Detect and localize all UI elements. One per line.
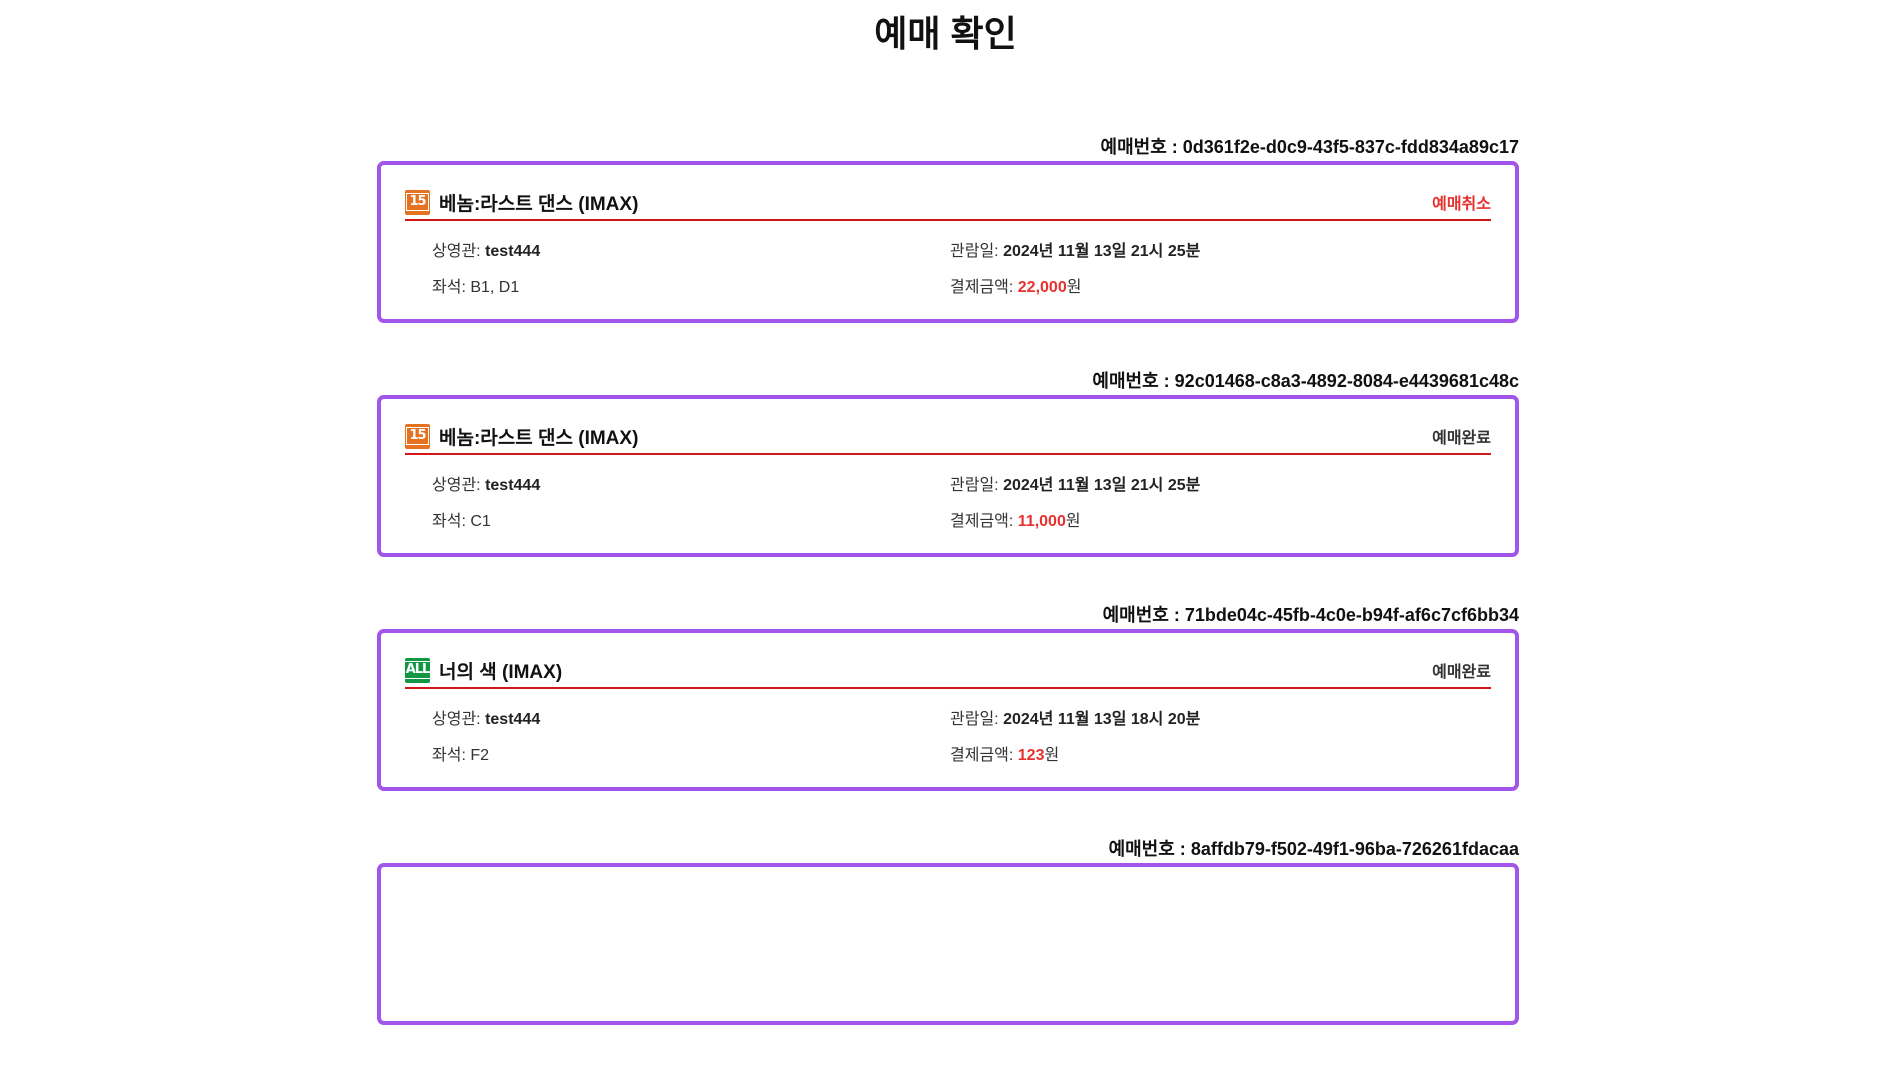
theater-label: 상영관: <box>432 243 486 260</box>
booking-number-label: 예매번호 : <box>1108 839 1191 859</box>
currency-suffix: 원 <box>1065 513 1081 530</box>
theater-value: test444 <box>485 243 541 260</box>
booking-number: 예매번호 : 0d361f2e-d0c9-43f5-837c-fdd834a89… <box>377 133 1519 161</box>
booking-number-label: 예매번호 : <box>1092 371 1175 391</box>
payment-info: 결제금액: 123원 <box>950 741 1491 765</box>
date-info: 관람일: 2024년 11월 13일 18시 20분 <box>950 705 1491 729</box>
rating-label: ALL <box>402 661 433 679</box>
booking-card: ALL 너의 색 (IMAX) 예매완료 상영관: test444 관람일: 2… <box>377 629 1519 791</box>
payment-amount: 123 <box>1017 747 1045 764</box>
theater-label: 상영관: <box>432 711 486 728</box>
theater-info: 상영관: test444 <box>432 471 950 495</box>
booking-item: 예매번호 : 92c01468-c8a3-4892-8084-e4439681c… <box>377 367 1519 557</box>
movie-title-group: ALL 너의 색 (IMAX) <box>402 657 563 684</box>
booking-number: 예매번호 : 8affdb79-f502-49f1-96ba-726261fda… <box>377 835 1519 863</box>
age-15-rating-icon: 15 <box>405 423 430 449</box>
booking-list: 예매번호 : 0d361f2e-d0c9-43f5-837c-fdd834a89… <box>377 133 1519 1069</box>
date-label: 관람일: <box>950 711 1004 728</box>
currency-suffix: 원 <box>1066 279 1082 296</box>
booking-item: 예매번호 : 0d361f2e-d0c9-43f5-837c-fdd834a89… <box>377 133 1519 323</box>
seat-label: 좌석: <box>432 513 471 530</box>
booking-details: 상영관: test444 관람일: 2024년 11월 13일 18시 20분 … <box>405 689 1491 765</box>
movie-title-group: 15 베놈:라스트 댄스 (IMAX) <box>405 189 638 216</box>
date-value: 2024년 11월 13일 21시 25분 <box>1003 477 1201 494</box>
payment-amount: 22,000 <box>1017 279 1067 296</box>
booking-card <box>377 863 1519 1025</box>
booking-number-value: 92c01468-c8a3-4892-8084-e4439681c48c <box>1174 371 1519 391</box>
booking-number-label: 예매번호 : <box>1100 137 1183 157</box>
payment-label: 결제금액: <box>950 513 1018 530</box>
booking-card: 15 베놈:라스트 댄스 (IMAX) 예매완료 상영관: test444 관람… <box>377 395 1519 557</box>
booking-details: 상영관: test444 관람일: 2024년 11월 13일 21시 25분 … <box>405 221 1491 297</box>
currency-suffix: 원 <box>1044 747 1060 764</box>
booking-card-header: 15 베놈:라스트 댄스 (IMAX) 예매완료 <box>405 423 1491 455</box>
booking-card-header: 15 베놈:라스트 댄스 (IMAX) 예매취소 <box>405 189 1491 221</box>
seat-label: 좌석: <box>432 747 471 764</box>
all-ages-rating-icon: ALL <box>402 657 433 683</box>
movie-title: 너의 색 (IMAX) <box>439 661 563 683</box>
theater-label: 상영관: <box>432 477 486 494</box>
booking-number-value: 8affdb79-f502-49f1-96ba-726261fdacaa <box>1190 839 1519 859</box>
theater-info: 상영관: test444 <box>432 705 950 729</box>
seat-info: 좌석: C1 <box>432 507 950 531</box>
payment-info: 결제금액: 22,000원 <box>950 273 1491 297</box>
date-value: 2024년 11월 13일 21시 25분 <box>1003 243 1201 260</box>
theater-value: test444 <box>485 477 541 494</box>
rating-label: 15 <box>406 427 429 445</box>
payment-label: 결제금액: <box>950 747 1018 764</box>
date-label: 관람일: <box>950 477 1004 494</box>
booking-details: 상영관: test444 관람일: 2024년 11월 13일 21시 25분 … <box>405 455 1491 531</box>
date-info: 관람일: 2024년 11월 13일 21시 25분 <box>950 471 1491 495</box>
seat-value: C1 <box>470 513 491 530</box>
booking-number: 예매번호 : 71bde04c-45fb-4c0e-b94f-af6c7cf6b… <box>377 601 1519 629</box>
movie-title-group: 15 베놈:라스트 댄스 (IMAX) <box>405 423 638 450</box>
seat-info: 좌석: B1, D1 <box>432 273 950 297</box>
page-title: 예매 확인 <box>874 13 1017 54</box>
booking-number-value: 71bde04c-45fb-4c0e-b94f-af6c7cf6bb34 <box>1184 605 1519 625</box>
cancel-booking-button[interactable]: 예매취소 <box>1432 190 1491 214</box>
seat-value: B1, D1 <box>470 279 520 296</box>
booking-number: 예매번호 : 92c01468-c8a3-4892-8084-e4439681c… <box>377 367 1519 395</box>
booking-card-header: ALL 너의 색 (IMAX) 예매완료 <box>402 657 1491 689</box>
rating-label: 15 <box>406 193 429 211</box>
booking-item: 예매번호 : 71bde04c-45fb-4c0e-b94f-af6c7cf6b… <box>377 601 1519 791</box>
theater-info: 상영관: test444 <box>432 237 950 261</box>
date-label: 관람일: <box>950 243 1004 260</box>
date-value: 2024년 11월 13일 18시 20분 <box>1003 711 1201 728</box>
payment-amount: 11,000 <box>1017 513 1066 530</box>
seat-info: 좌석: F2 <box>432 741 950 765</box>
theater-value: test444 <box>485 711 541 728</box>
date-info: 관람일: 2024년 11월 13일 21시 25분 <box>950 237 1491 261</box>
movie-title: 베놈:라스트 댄스 (IMAX) <box>439 193 639 215</box>
seat-label: 좌석: <box>432 279 471 296</box>
booking-status: 예매완료 <box>1432 664 1491 681</box>
payment-label: 결제금액: <box>950 279 1018 296</box>
seat-value: F2 <box>470 747 490 764</box>
booking-status: 예매완료 <box>1432 430 1491 447</box>
movie-title: 베놈:라스트 댄스 (IMAX) <box>439 427 639 449</box>
payment-info: 결제금액: 11,000원 <box>950 507 1491 531</box>
booking-number-label: 예매번호 : <box>1102 605 1185 625</box>
booking-item: 예매번호 : 8affdb79-f502-49f1-96ba-726261fda… <box>377 835 1519 1025</box>
age-15-rating-icon: 15 <box>405 189 430 215</box>
booking-card: 15 베놈:라스트 댄스 (IMAX) 예매취소 상영관: test444 관람… <box>377 161 1519 323</box>
booking-number-value: 0d361f2e-d0c9-43f5-837c-fdd834a89c17 <box>1182 137 1519 157</box>
